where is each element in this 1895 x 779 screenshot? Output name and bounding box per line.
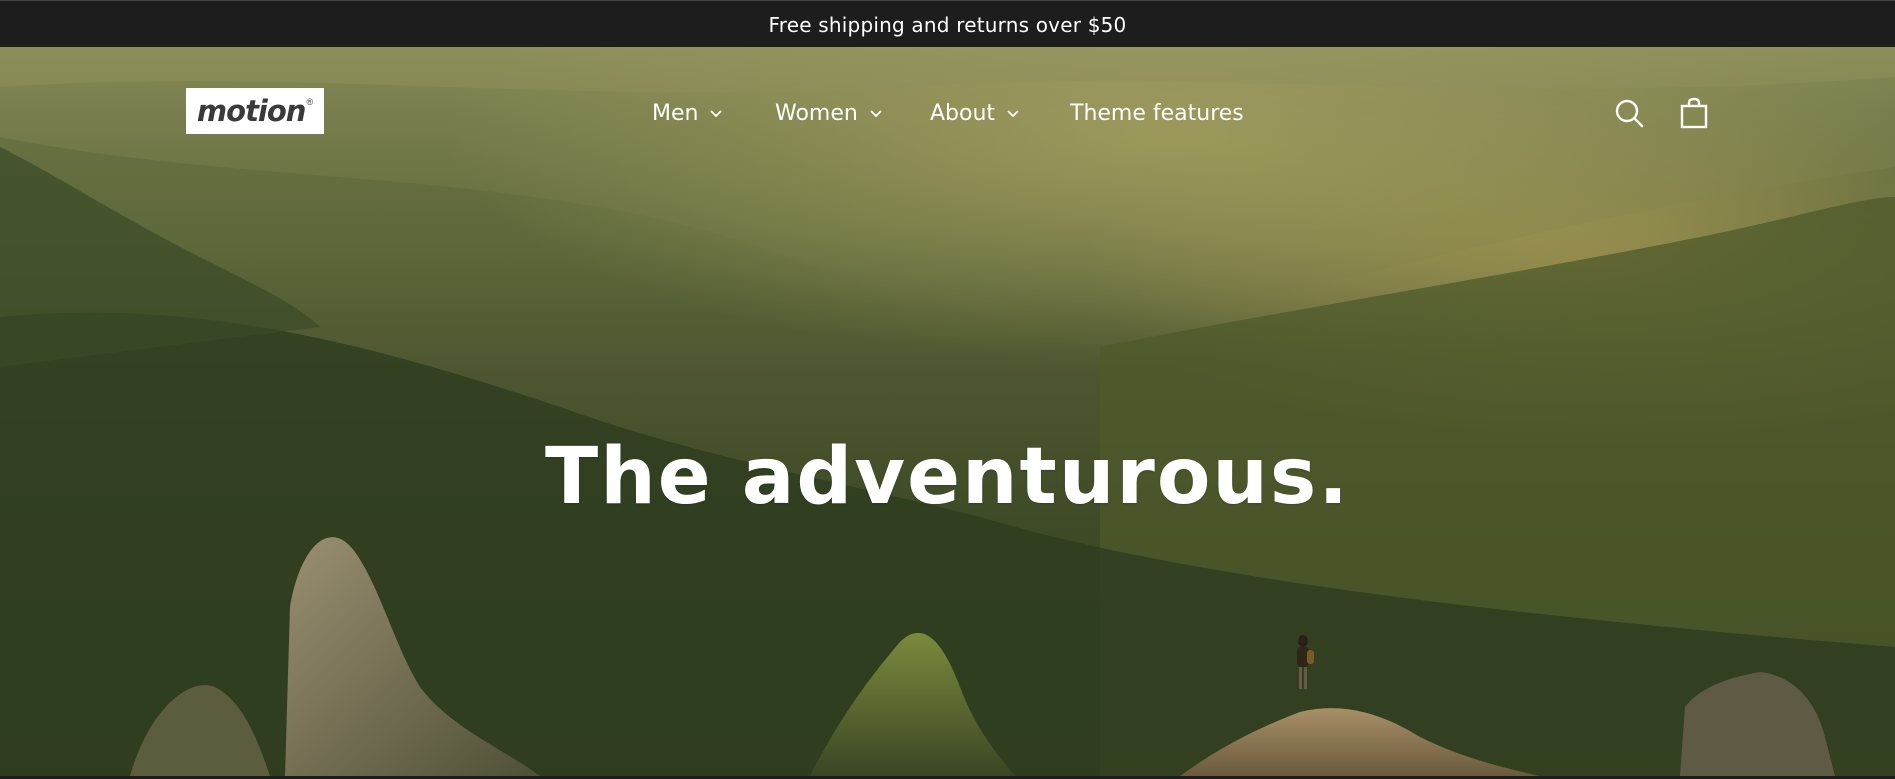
hero-banner [0,47,1895,776]
nav-item-women-label: Women [775,100,858,126]
nav-item-men-label: Men [652,100,699,126]
announcement-text: Free shipping and returns over $50 [768,12,1127,37]
search-icon [1615,99,1644,128]
chevron-down-icon [710,110,723,118]
search-button[interactable] [1613,97,1645,129]
hero-background-image [0,47,1895,776]
nav-item-theme-features-label: Theme features [1070,100,1244,126]
nav-item-men[interactable]: Men [652,96,724,130]
chevron-down-icon [1007,110,1019,118]
nav-item-about-label: About [930,100,996,126]
cart-button[interactable] [1678,97,1710,129]
nav-item-women[interactable]: Women [775,96,884,130]
hero-headline: The adventurous. [545,432,1350,523]
shopping-bag-icon [1680,97,1708,129]
nav-item-theme-features[interactable]: Theme features [1070,96,1244,130]
nav-item-about[interactable]: About [930,96,1021,130]
main-navigation: Men Women About Theme features [0,96,1895,130]
announcement-bar: Free shipping and returns over $50 [0,0,1895,48]
chevron-down-icon [870,110,882,118]
